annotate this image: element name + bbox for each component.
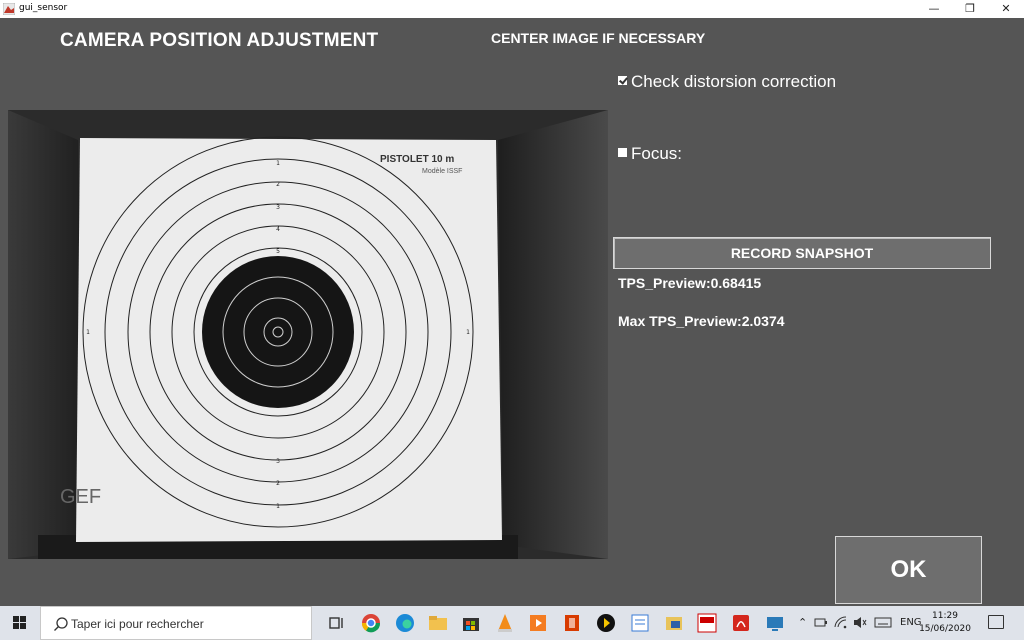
max-tps-preview-text: Max TPS_Preview:2.0374 <box>618 313 785 329</box>
page-title: CAMERA POSITION ADJUSTMENT <box>60 30 379 51</box>
focus-checkbox[interactable] <box>618 148 627 157</box>
clock-time: 11:29 <box>932 611 958 621</box>
app-window: CAMERA POSITION ADJUSTMENT CENTER IMAGE … <box>0 18 1024 606</box>
media-icon[interactable] <box>527 612 549 634</box>
distortion-label: Check distorsion correction <box>631 72 837 91</box>
svg-text:2: 2 <box>276 181 280 188</box>
record-snapshot-button[interactable]: RECORD SNAPSHOT <box>613 237 991 269</box>
vlc-icon[interactable] <box>494 612 516 634</box>
file-explorer-icon[interactable] <box>427 612 449 634</box>
topsetups-icon[interactable] <box>696 612 718 634</box>
remote-icon[interactable] <box>764 612 786 634</box>
app-icon-dark[interactable] <box>595 612 617 634</box>
acrobat-icon[interactable] <box>730 612 752 634</box>
target-title: PISTOLET 10 m <box>380 154 454 165</box>
svg-text:1: 1 <box>86 329 90 336</box>
maximize-button[interactable]: ❐ <box>952 0 988 18</box>
battery-icon[interactable] <box>814 617 828 628</box>
window-title: gui_sensor <box>19 3 68 13</box>
chrome-icon[interactable] <box>360 612 382 634</box>
svg-text:1: 1 <box>276 503 280 510</box>
svg-text:3: 3 <box>276 458 280 465</box>
svg-text:3: 3 <box>276 204 280 211</box>
ok-button[interactable]: OK <box>835 536 982 604</box>
camera-image: 1 2 3 4 5 1 2 3 1 1 PISTOLET 10 m Modèle… <box>8 110 608 559</box>
task-view-icon[interactable] <box>326 612 348 634</box>
minimize-button[interactable]: — <box>916 0 952 18</box>
office-icon[interactable] <box>561 612 583 634</box>
camera-preview: 1 2 3 4 5 1 2 3 1 1 PISTOLET 10 m Modèle… <box>8 110 608 559</box>
svg-text:1: 1 <box>466 329 470 336</box>
target-bullseye <box>202 256 354 408</box>
taskbar: Taper ici pour rechercher ⌃ ENG 11:29 15… <box>0 606 1024 640</box>
tps-preview-text: TPS_Preview:0.68415 <box>618 275 762 291</box>
window-titlebar: gui_sensor — ❐ ✕ <box>0 0 1024 18</box>
focus-label: Focus: <box>631 144 683 163</box>
taskbar-clock[interactable]: 11:29 15/06/2020 <box>918 610 972 636</box>
notification-icon[interactable] <box>988 615 1004 629</box>
search-placeholder: Taper ici pour rechercher <box>71 617 204 631</box>
page-hint: CENTER IMAGE IF NECESSARY <box>491 30 706 46</box>
taskbar-search[interactable]: Taper ici pour rechercher <box>40 606 312 640</box>
tray-expand-icon[interactable]: ⌃ <box>798 616 807 629</box>
windows-start-icon[interactable] <box>0 606 40 640</box>
app-icon <box>3 3 15 15</box>
keyboard-icon[interactable] <box>874 617 892 628</box>
system-tray: ⌃ ENG <box>798 606 922 640</box>
target-brand: GEF <box>60 486 101 508</box>
svg-text:1: 1 <box>276 160 280 167</box>
folder-icon[interactable] <box>663 612 685 634</box>
store-icon[interactable] <box>460 612 482 634</box>
close-button[interactable]: ✕ <box>988 0 1024 18</box>
wifi-icon[interactable] <box>834 616 848 629</box>
search-icon <box>54 617 68 631</box>
distortion-checkbox[interactable] <box>618 76 627 85</box>
edge-icon[interactable] <box>394 612 416 634</box>
svg-text:4: 4 <box>276 226 280 233</box>
notepad-icon[interactable] <box>629 612 651 634</box>
clock-date: 15/06/2020 <box>919 624 971 634</box>
svg-text:5: 5 <box>276 248 280 255</box>
volume-icon[interactable] <box>853 616 867 629</box>
svg-text:2: 2 <box>276 480 280 487</box>
target-subtitle: Modèle ISSF <box>422 168 462 175</box>
